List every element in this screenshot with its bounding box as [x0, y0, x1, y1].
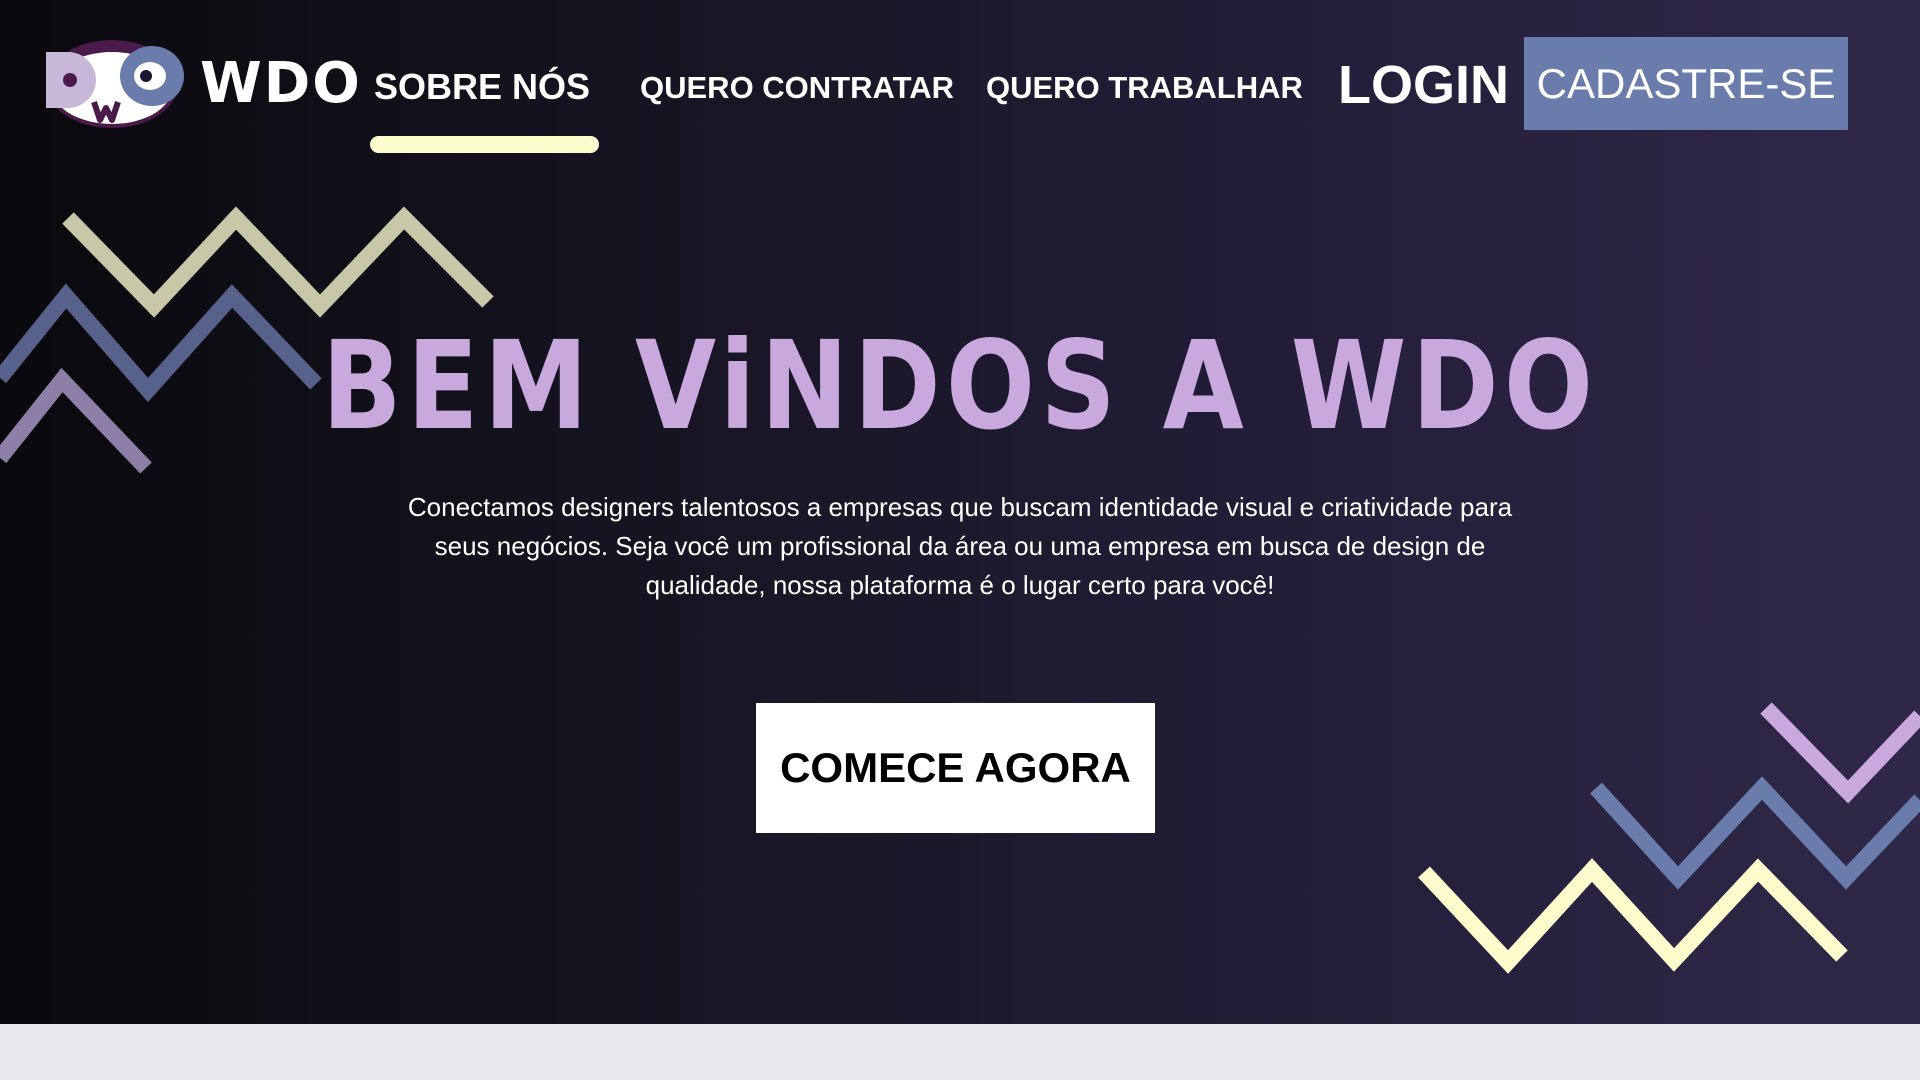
hero-description: Conectamos designers talentosos a empres… [407, 492, 1513, 600]
brand-logo[interactable]: WDO [40, 40, 360, 132]
page-footer-strip [0, 1024, 1920, 1080]
nav-item-quero-trabalhar[interactable]: QUERO TRABALHAR [986, 70, 1303, 106]
hero-section: WDO SOBRE NÓS QUERO CONTRATAR QUERO TRAB… [0, 0, 1920, 1024]
hero-title: BEM ViNDOS A WDO [321, 315, 1599, 457]
nav-item-sobre-nos[interactable]: SOBRE NÓS [374, 66, 590, 108]
brand-name: WDO [200, 51, 362, 116]
wdo-face-logo-icon [46, 40, 184, 128]
signup-button[interactable]: CADASTRE-SE [1524, 37, 1848, 130]
start-now-button[interactable]: COMECE AGORA [756, 703, 1155, 833]
nav-item-quero-contratar[interactable]: QUERO CONTRATAR [640, 70, 954, 106]
login-link[interactable]: LOGIN [1338, 54, 1509, 116]
nav-active-indicator [370, 136, 599, 153]
